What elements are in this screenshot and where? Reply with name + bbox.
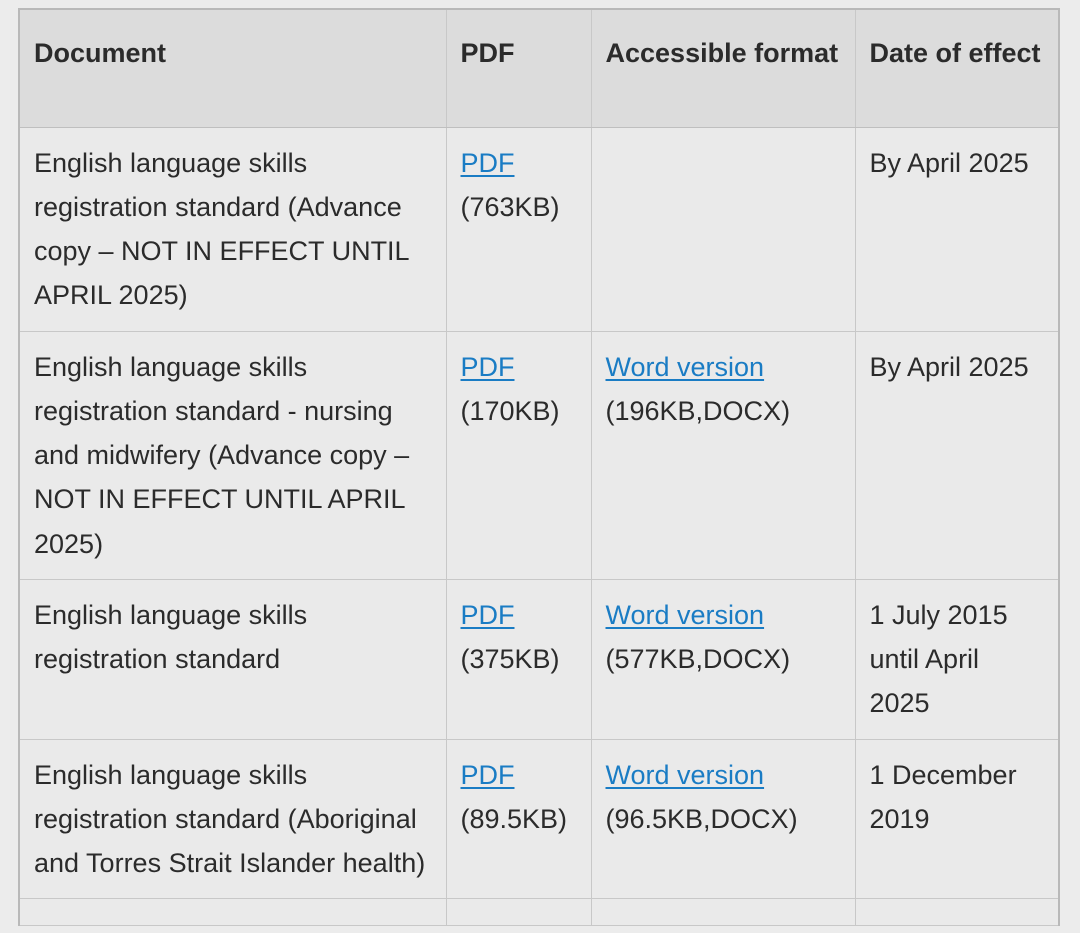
document-page: Document PDF Accessible format Date of e…	[0, 0, 1080, 933]
table-row: English language skills registration sta…	[19, 579, 1059, 739]
column-header-accessible-format: Accessible format	[591, 9, 855, 127]
cell-pdf: PDF (89.5KB)	[446, 739, 591, 899]
table-header: Document PDF Accessible format Date of e…	[19, 9, 1059, 127]
table-row	[19, 899, 1059, 926]
word-link-wrapper: Word version	[606, 345, 843, 389]
pdf-link-wrapper: PDF	[461, 593, 579, 637]
column-header-date-of-effect: Date of effect	[855, 9, 1059, 127]
column-header-document: Document	[19, 9, 446, 127]
cell-date-of-effect: 1 July 2015 until April 2025	[855, 579, 1059, 739]
accessible-format-empty	[606, 141, 843, 142]
cell-pdf: PDF (170KB)	[446, 331, 591, 579]
table-row: English language skills registration sta…	[19, 331, 1059, 579]
column-header-pdf: PDF	[446, 9, 591, 127]
cell-accessible-format	[591, 127, 855, 331]
cell-document: English language skills registration sta…	[19, 579, 446, 739]
cell-date-of-effect: By April 2025	[855, 331, 1059, 579]
cell-document: English language skills registration sta…	[19, 331, 446, 579]
cell-pdf	[446, 899, 591, 926]
table-row: English language skills registration sta…	[19, 127, 1059, 331]
word-download-link[interactable]: Word version	[606, 760, 765, 790]
pdf-download-link[interactable]: PDF	[461, 600, 515, 630]
cell-date-of-effect: 1 December 2019	[855, 739, 1059, 899]
cell-accessible-format: Word version (96.5KB,DOCX)	[591, 739, 855, 899]
cell-document: English language skills registration sta…	[19, 739, 446, 899]
word-link-wrapper: Word version	[606, 753, 843, 797]
cell-pdf: PDF (375KB)	[446, 579, 591, 739]
registration-standards-table: Document PDF Accessible format Date of e…	[18, 8, 1060, 926]
pdf-download-link[interactable]: PDF	[461, 148, 515, 178]
pdf-link-wrapper: PDF	[461, 753, 579, 797]
cell-accessible-format: Word version (577KB,DOCX)	[591, 579, 855, 739]
word-file-size: (577KB,DOCX)	[606, 637, 843, 681]
cell-document	[19, 899, 446, 926]
pdf-download-link[interactable]: PDF	[461, 352, 515, 382]
cell-pdf: PDF (763KB)	[446, 127, 591, 331]
cell-accessible-format: Word version (196KB,DOCX)	[591, 331, 855, 579]
pdf-file-size: (375KB)	[461, 637, 579, 681]
table-header-row: Document PDF Accessible format Date of e…	[19, 9, 1059, 127]
cell-accessible-format	[591, 899, 855, 926]
word-download-link[interactable]: Word version	[606, 352, 765, 382]
pdf-link-wrapper: PDF	[461, 141, 579, 185]
word-file-size: (196KB,DOCX)	[606, 389, 843, 433]
cell-date-of-effect	[855, 899, 1059, 926]
pdf-file-size: (89.5KB)	[461, 797, 579, 841]
word-link-wrapper: Word version	[606, 593, 843, 637]
pdf-file-size: (170KB)	[461, 389, 579, 433]
word-download-link[interactable]: Word version	[606, 600, 765, 630]
pdf-link-wrapper: PDF	[461, 345, 579, 389]
cell-document: English language skills registration sta…	[19, 127, 446, 331]
table-row: English language skills registration sta…	[19, 739, 1059, 899]
pdf-download-link[interactable]: PDF	[461, 760, 515, 790]
table-body: English language skills registration sta…	[19, 127, 1059, 926]
word-file-size: (96.5KB,DOCX)	[606, 797, 843, 841]
pdf-file-size: (763KB)	[461, 185, 579, 229]
cell-date-of-effect: By April 2025	[855, 127, 1059, 331]
